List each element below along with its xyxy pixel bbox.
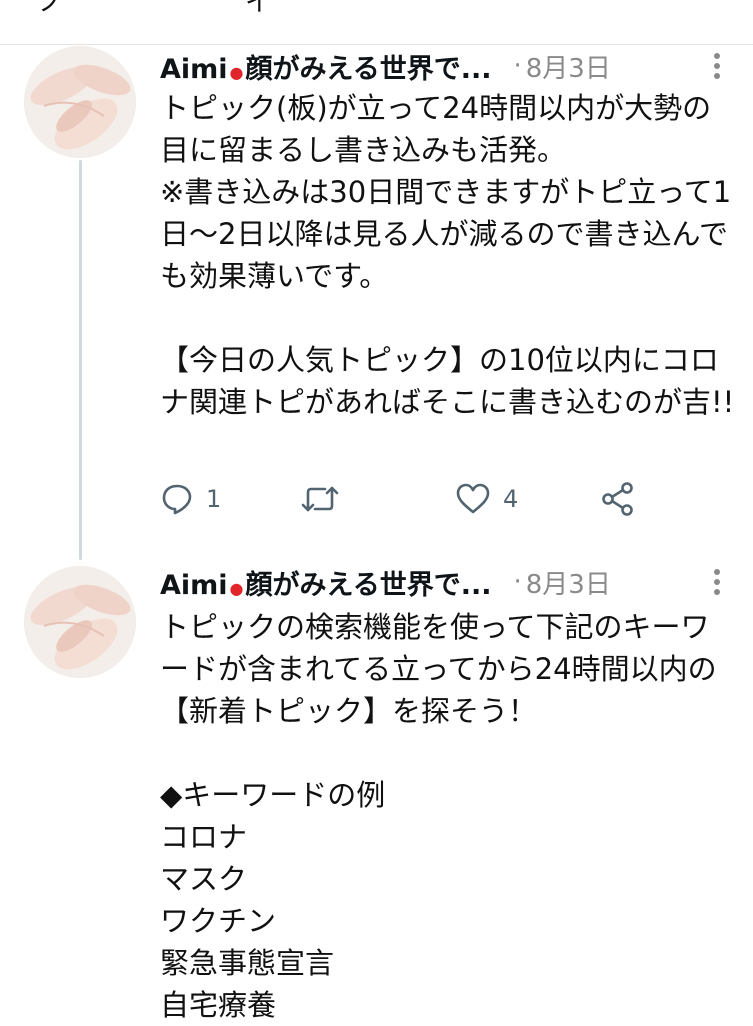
display-name[interactable]: Aimi ●顔がみえる世界で...: [160, 47, 491, 86]
thread-connector-line: [79, 160, 82, 560]
reply-icon: [162, 484, 192, 515]
tweet-text: トピック(板)が立って24時間以内が大勢の目に留まるし書き込みも活発。 ※書き込…: [160, 91, 735, 419]
avatar[interactable]: [24, 566, 136, 678]
share-icon: [602, 482, 633, 516]
tweet-date[interactable]: 8月3日: [526, 564, 611, 601]
previous-tweet-cutoff: ノ イ: [0, 0, 753, 45]
heart-icon: [456, 483, 490, 514]
more-options-icon[interactable]: [705, 566, 729, 600]
separator: ·: [513, 51, 522, 81]
retweet-icon: [301, 486, 339, 512]
more-options-icon[interactable]: [705, 50, 729, 84]
like-button[interactable]: 4: [455, 479, 518, 519]
retweet-button[interactable]: [300, 479, 352, 519]
cut-glyph: ノ: [38, 0, 65, 18]
cut-glyph: イ: [245, 0, 272, 18]
tweet-date[interactable]: 8月3日: [526, 48, 611, 85]
red-circle-flag-icon: ●: [229, 578, 244, 598]
red-circle-flag-icon: ●: [229, 62, 244, 82]
hands-avatar-image: [24, 46, 136, 158]
reply-button[interactable]: 1: [160, 479, 221, 519]
reply-count: 1: [206, 485, 222, 513]
display-name[interactable]: Aimi ●顔がみえる世界で...: [160, 563, 491, 602]
tweet-header: Aimi ●顔がみえる世界で... · 8月3日: [160, 44, 720, 88]
like-count: 4: [503, 485, 519, 513]
tweet-text: トピックの検索機能を使って下記のキーワードが含まれてる立ってから24時間以内の【…: [160, 610, 717, 1022]
tweet-header: Aimi ●顔がみえる世界で... · 8月3日: [160, 560, 720, 604]
share-button[interactable]: [600, 479, 636, 519]
hands-avatar-image: [24, 566, 136, 678]
avatar[interactable]: [24, 46, 136, 158]
tweet-actions: 1 4: [160, 479, 660, 519]
separator: ·: [513, 567, 522, 597]
